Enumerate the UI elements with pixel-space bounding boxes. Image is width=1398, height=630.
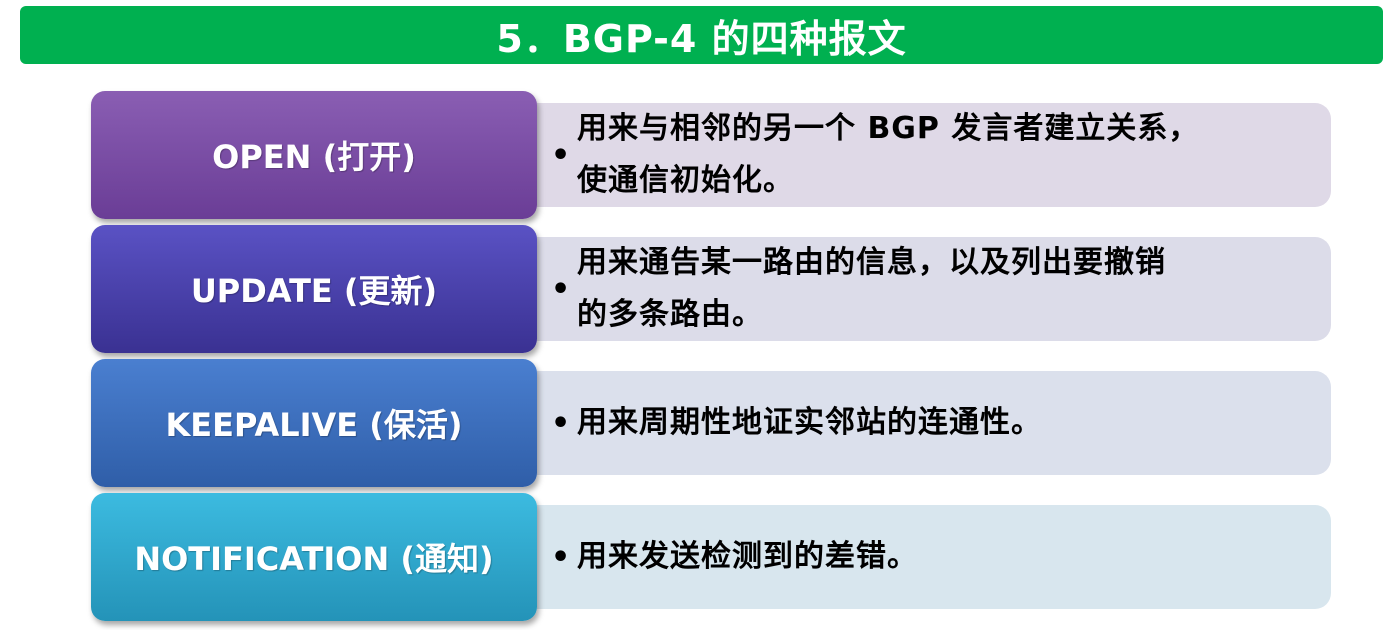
description-line: 使通信初始化。	[577, 163, 794, 198]
bullet: •	[551, 405, 571, 441]
message-row-update: • 用来通告某一路由的信息，以及列出要撤销 的多条路由。 UPDATE (更新)	[91, 225, 1331, 353]
bullet: •	[551, 137, 571, 173]
description-text: 用来与相邻的另一个 BGP 发言者建立关系， 使通信初始化。	[577, 103, 1199, 207]
message-row-notification: • 用来发送检测到的差错。 NOTIFICATION (通知)	[91, 493, 1331, 621]
title-bar: 5．BGP-4 的四种报文	[20, 6, 1383, 64]
message-label: UPDATE (更新)	[190, 272, 438, 310]
description-box: • 用来通告某一路由的信息，以及列出要撤销 的多条路由。	[511, 237, 1331, 341]
bullet: •	[551, 271, 571, 307]
message-label: KEEPALIVE (保活)	[165, 406, 463, 444]
description-box: • 用来与相邻的另一个 BGP 发言者建立关系， 使通信初始化。	[511, 103, 1331, 207]
message-label: OPEN (打开)	[212, 138, 416, 176]
description-box: • 用来发送检测到的差错。	[511, 505, 1331, 609]
description-text: 用来通告某一路由的信息，以及列出要撤销 的多条路由。	[577, 237, 1166, 341]
description-line: 的多条路由。	[577, 297, 763, 332]
page-title: 5．BGP-4 的四种报文	[496, 16, 907, 61]
message-row-open: • 用来与相邻的另一个 BGP 发言者建立关系， 使通信初始化。 OPEN (打…	[91, 91, 1331, 219]
message-row-keepalive: • 用来周期性地证实邻站的连通性。 KEEPALIVE (保活)	[91, 359, 1331, 487]
description-box: • 用来周期性地证实邻站的连通性。	[511, 371, 1331, 475]
message-label-box: NOTIFICATION (通知)	[91, 493, 537, 621]
description-line: 用来通告某一路由的信息，以及列出要撤销	[577, 245, 1166, 280]
description-line: 用来周期性地证实邻站的连通性。	[577, 405, 1042, 440]
message-label-box: UPDATE (更新)	[91, 225, 537, 353]
description-line: 用来与相邻的另一个 BGP 发言者建立关系，	[577, 111, 1200, 146]
message-label-box: KEEPALIVE (保活)	[91, 359, 537, 487]
description-text: 用来发送检测到的差错。	[577, 531, 918, 583]
message-label: NOTIFICATION (通知)	[134, 540, 494, 578]
bullet: •	[551, 539, 571, 575]
description-text: 用来周期性地证实邻站的连通性。	[577, 397, 1042, 449]
message-label-box: OPEN (打开)	[91, 91, 537, 219]
description-line: 用来发送检测到的差错。	[577, 539, 918, 574]
